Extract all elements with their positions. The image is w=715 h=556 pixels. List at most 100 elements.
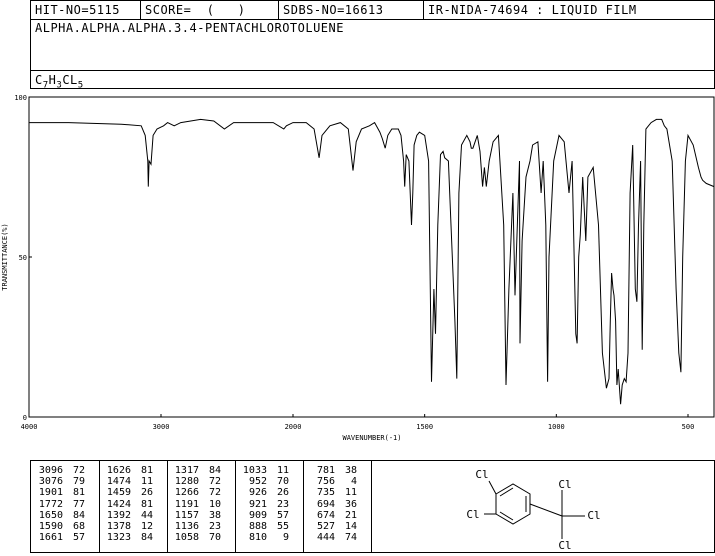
peak-table-divider xyxy=(235,461,236,552)
x-tick-label: 1500 xyxy=(416,423,433,431)
benzene-ring xyxy=(495,483,531,525)
y-tick-label: 50 xyxy=(19,254,27,262)
peak-transmittance: 70 xyxy=(276,476,289,488)
aromatic-bond-1 xyxy=(499,487,514,497)
peak-table-divider xyxy=(303,461,304,552)
ccl3-right-label: Cl xyxy=(587,509,600,522)
x-tick-label: 3000 xyxy=(153,423,170,431)
peak-wavenumber: 1424 xyxy=(106,498,131,510)
peak-transmittance-column: 38 4 11 36 21 14 74 xyxy=(343,465,357,543)
peak-wavenumber: 1378 xyxy=(106,521,131,533)
peak-wavenumber: 810 xyxy=(248,532,267,544)
plot-frame xyxy=(28,96,715,418)
peak-transmittance-column: 84 72 72 10 38 23 70 xyxy=(207,465,221,543)
peak-transmittance: 38 xyxy=(208,509,221,521)
peak-transmittance: 84 xyxy=(208,465,221,476)
peak-transmittance: 26 xyxy=(276,487,289,499)
peak-transmittance: 72 xyxy=(208,476,221,488)
peak-wavenumber: 1772 xyxy=(38,498,63,510)
peak-wavenumber: 1590 xyxy=(38,521,63,533)
x-tick-label: 500 xyxy=(682,423,695,431)
peak-wavenumber: 1474 xyxy=(106,476,131,488)
peak-transmittance: 11 xyxy=(276,465,289,476)
peak-transmittance: 23 xyxy=(276,498,289,510)
score: SCORE= ( ) xyxy=(141,1,279,20)
peak-transmittance: 23 xyxy=(208,521,221,533)
peak-transmittance: 72 xyxy=(208,487,221,499)
compound-name: ALPHA.ALPHA.ALPHA.3.4-PENTACHLOROTOLUENE xyxy=(35,21,344,35)
peak-wavenumber: 3096 xyxy=(38,465,63,476)
peak-wavenumber: 1661 xyxy=(38,532,63,544)
compound-info-box: ALPHA.ALPHA.ALPHA.3.4-PENTACHLOROTOLUENE… xyxy=(30,19,715,90)
cl-ring-meta-label: Cl xyxy=(475,468,488,481)
peak-transmittance-column: 72 79 81 77 84 68 57 xyxy=(71,465,85,543)
peak-transmittance: 14 xyxy=(344,521,357,533)
peak-transmittance: 9 xyxy=(282,532,289,544)
peak-wavenumber: 1058 xyxy=(174,532,199,544)
peak-wavenumber: 756 xyxy=(316,476,335,488)
peak-transmittance: 21 xyxy=(344,509,357,521)
peak-transmittance: 81 xyxy=(72,487,85,499)
peak-table-divider xyxy=(167,461,168,552)
peak-wavenumber: 674 xyxy=(316,509,335,521)
peak-wavenumber: 694 xyxy=(316,498,335,510)
peak-transmittance: 11 xyxy=(344,487,357,499)
ccl3-bottom-label: Cl xyxy=(558,539,571,552)
peak-transmittance: 84 xyxy=(72,509,85,521)
bond-ring-ccl3 xyxy=(529,503,563,517)
peak-transmittance: 70 xyxy=(208,532,221,544)
peak-transmittance: 38 xyxy=(344,465,357,476)
peak-transmittance: 4 xyxy=(350,476,357,488)
peak-transmittance: 84 xyxy=(140,532,153,544)
cl-ring-para-label: Cl xyxy=(466,508,479,521)
aromatic-bond-3 xyxy=(499,511,514,521)
peak-wavenumber: 1136 xyxy=(174,521,199,533)
header-bar: HIT-NO=5115 SCORE= ( ) SDBS-NO=16613 IR-… xyxy=(30,0,715,20)
peak-transmittance: 77 xyxy=(72,498,85,510)
peak-transmittance: 10 xyxy=(208,498,221,510)
peak-wavenumber: 1901 xyxy=(38,487,63,499)
x-tick-label: 1000 xyxy=(548,423,565,431)
peak-wavenumber: 1317 xyxy=(174,465,199,476)
peak-wavenumber: 1266 xyxy=(174,487,199,499)
structure-diagram: Cl Cl Cl Cl Cl xyxy=(466,468,600,552)
peak-wavenumber: 1033 xyxy=(242,465,267,476)
peak-transmittance-column: 11 70 26 23 57 55 9 xyxy=(275,465,289,543)
hit-number: HIT-NO=5115 xyxy=(31,1,141,20)
structure-panel: Cl Cl Cl Cl Cl xyxy=(371,460,715,553)
peak-wavenumber: 1392 xyxy=(106,509,131,521)
peak-transmittance: 81 xyxy=(140,498,153,510)
peak-transmittance: 11 xyxy=(140,476,153,488)
peak-wavenumber: 735 xyxy=(316,487,335,499)
peak-wavenumber: 952 xyxy=(248,476,267,488)
peak-wavenumber: 1323 xyxy=(106,532,131,544)
peak-wavenumber: 1191 xyxy=(174,498,199,510)
peak-wavenumber: 781 xyxy=(316,465,335,476)
peak-wavenumber: 926 xyxy=(248,487,267,499)
peak-wavenumber: 1459 xyxy=(106,487,131,499)
x-tick-label: 4000 xyxy=(21,423,38,431)
peak-transmittance: 44 xyxy=(140,509,153,521)
y-tick-label: 0 xyxy=(23,414,27,422)
peak-transmittance: 81 xyxy=(140,465,153,476)
peak-transmittance: 57 xyxy=(276,509,289,521)
spectrum-line xyxy=(29,118,715,405)
peak-wavenumber: 888 xyxy=(248,521,267,533)
peak-transmittance: 72 xyxy=(72,465,85,476)
peak-transmittance: 26 xyxy=(140,487,153,499)
peak-wavenumber-column: 1626 1474 1459 1424 1392 1378 1323 xyxy=(105,465,131,543)
peak-wavenumber: 1280 xyxy=(174,476,199,488)
y-tick-label: 100 xyxy=(14,94,27,102)
peak-transmittance: 79 xyxy=(72,476,85,488)
y-axis-label: TRANSMITTANCE(%) xyxy=(1,223,9,290)
peak-wavenumber: 1650 xyxy=(38,509,63,521)
peak-transmittance: 74 xyxy=(344,532,357,544)
peak-wavenumber: 444 xyxy=(316,532,335,544)
x-axis-label: WAVENUMBER(-1) xyxy=(342,434,401,442)
peak-wavenumber: 1157 xyxy=(174,509,199,521)
peak-wavenumber-column: 1033 952 926 921 909 888 810 xyxy=(241,465,267,543)
sdbs-number: SDBS-NO=16613 xyxy=(279,1,424,20)
peak-transmittance: 36 xyxy=(344,498,357,510)
peak-wavenumber: 1626 xyxy=(106,465,131,476)
peak-wavenumber: 3076 xyxy=(38,476,63,488)
